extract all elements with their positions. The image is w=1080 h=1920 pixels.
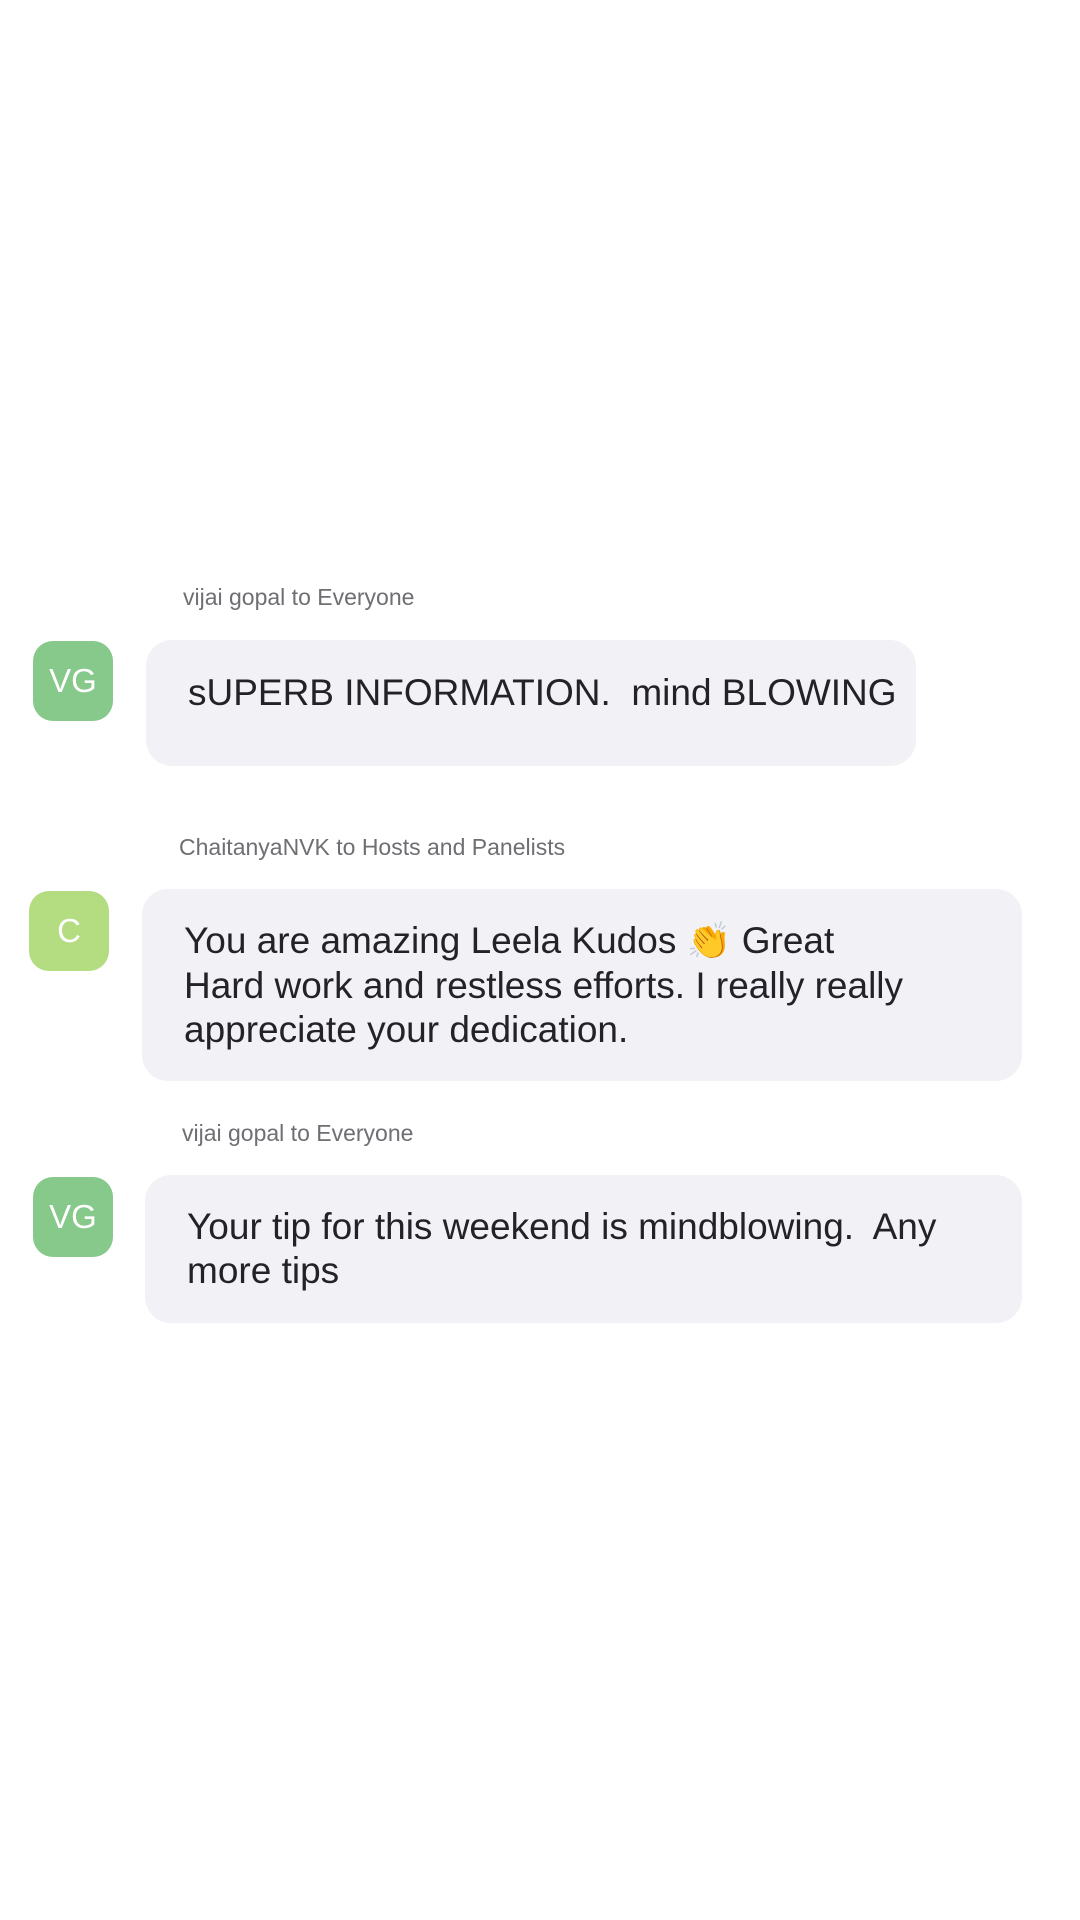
sender-label: vijai gopal to Everyone (182, 1120, 414, 1146)
avatar[interactable]: VG (33, 641, 113, 721)
message-bubble[interactable]: Your tip for this weekend is mindblowing… (145, 1175, 1022, 1323)
sender-label: ChaitanyaNVK to Hosts and Panelists (179, 834, 566, 860)
message-text-part1: You are amazing Leela Kudos (184, 920, 687, 961)
clapping-hands-icon: 👏 (686, 921, 732, 962)
message-bubble[interactable]: sUPERB INFORMATION. mind BLOWING (146, 640, 916, 766)
message-text: Your tip for this weekend is mindblowing… (187, 1206, 937, 1291)
message-bubble[interactable]: You are amazing Leela Kudos 👏 Great Hard… (142, 889, 1022, 1081)
avatar[interactable]: VG (33, 1177, 113, 1257)
sender-label: vijai gopal to Everyone (183, 584, 415, 610)
avatar[interactable]: C (29, 891, 109, 971)
message-text: sUPERB INFORMATION. mind BLOWING (188, 672, 897, 713)
